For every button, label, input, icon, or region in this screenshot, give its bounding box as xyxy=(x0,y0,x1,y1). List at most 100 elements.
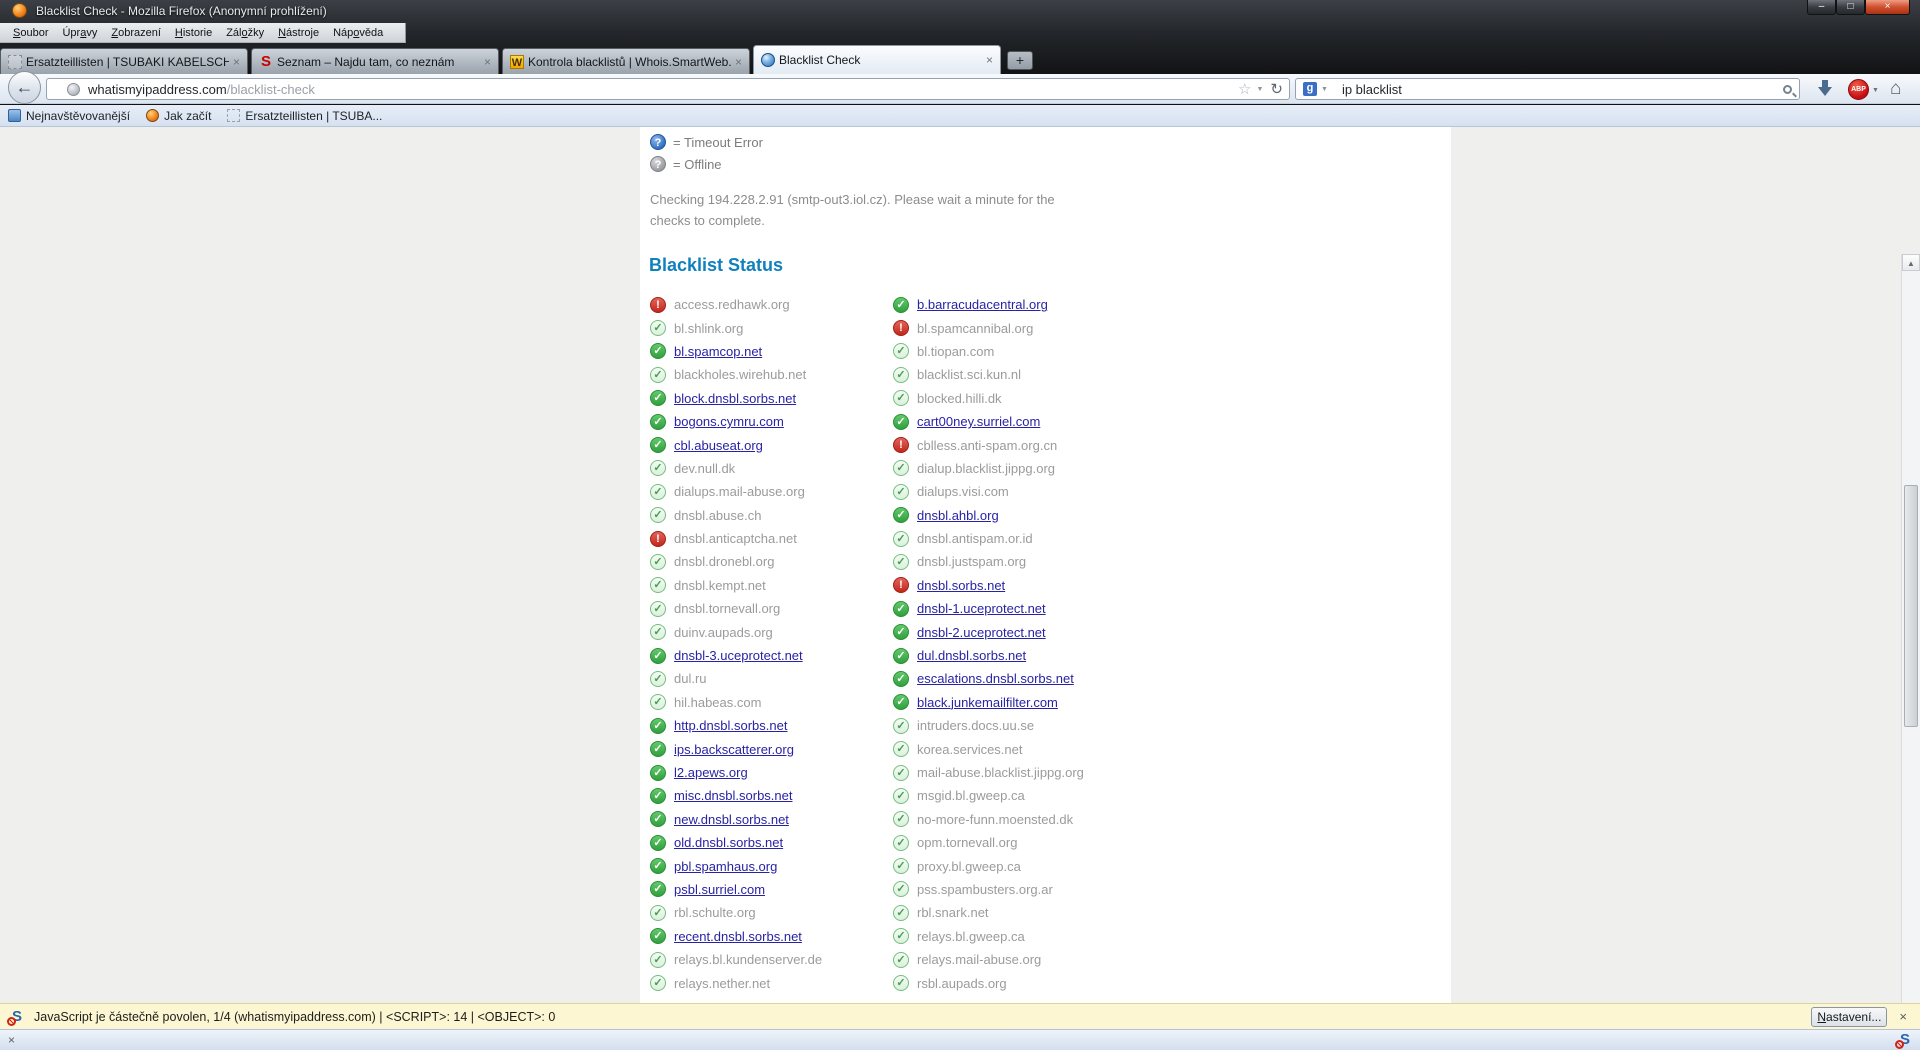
list-item: ! access.redhawk.org xyxy=(650,293,822,316)
search-icon[interactable] xyxy=(1783,84,1792,94)
blacklist-name[interactable]: cart00ney.surriel.com xyxy=(917,414,1040,429)
blacklist-name[interactable]: http.dnsbl.sorbs.net xyxy=(674,718,787,733)
scrollbar-thumb[interactable] xyxy=(1904,485,1918,727)
menu-soubor[interactable]: Soubor xyxy=(6,27,55,39)
bookmarks-toolbar: Nejnavštěvovanější Jak začít Ersatzteillis… xyxy=(0,105,1920,127)
tab-blacklist-check[interactable]: Blacklist Check × xyxy=(753,45,1001,74)
list-item: ✓ dnsbl.dronebl.org xyxy=(650,550,822,573)
noscript-ban-icon xyxy=(7,1016,16,1026)
list-item: ✓ old.dnsbl.sorbs.net xyxy=(650,831,822,854)
blacklist-name[interactable]: bl.spamcop.net xyxy=(674,344,762,359)
check-icon: ✓ xyxy=(650,881,666,898)
search-engine-icon[interactable]: g xyxy=(1303,82,1317,96)
blacklist-name: access.redhawk.org xyxy=(674,297,790,313)
tab-kontrola-blacklist-whois-smartweb[interactable]: W Kontrola blacklistů | Whois.SmartWeb...… xyxy=(502,48,750,74)
adblock-dropdown-icon[interactable]: ▼ xyxy=(1872,87,1879,94)
maximize-button[interactable]: □ xyxy=(1836,0,1865,15)
minimize-button[interactable]: – xyxy=(1807,0,1836,15)
search-bar[interactable]: g ▼ ip blacklist xyxy=(1295,78,1800,100)
blacklist-name[interactable]: b.barracudacentral.org xyxy=(917,297,1048,312)
menu-n-pov-da[interactable]: Nápověda xyxy=(326,27,390,39)
menu-z-lo-ky[interactable]: Záložky xyxy=(219,27,271,39)
blacklist-name[interactable]: dnsbl-1.uceprotect.net xyxy=(917,601,1046,616)
blacklist-name[interactable]: block.dnsbl.sorbs.net xyxy=(674,391,796,406)
bookmark-item-jak-za-t[interactable]: Jak začít xyxy=(146,109,211,123)
blacklist-name[interactable]: black.junkemailfilter.com xyxy=(917,695,1058,710)
list-item: ✓ no-more-funn.moensted.dk xyxy=(893,808,1084,831)
blacklist-name: rbl.snark.net xyxy=(917,905,989,921)
close-button[interactable]: × xyxy=(1865,0,1910,15)
blacklist-name[interactable]: cbl.abuseat.org xyxy=(674,438,763,453)
placeholder-favicon-icon xyxy=(8,54,22,69)
menu-historie[interactable]: Historie xyxy=(168,27,219,39)
tab-close-icon[interactable]: × xyxy=(986,54,993,66)
new-tab-button[interactable]: + xyxy=(1007,51,1033,70)
list-item: ✓ pbl.spamhaus.org xyxy=(650,854,822,877)
list-item: ✓ dialup.blacklist.jippg.org xyxy=(893,457,1084,480)
menu-zobrazen[interactable]: Zobrazení xyxy=(104,27,168,39)
blacklist-name: rsbl.aupads.org xyxy=(917,975,1007,991)
blacklist-name[interactable]: old.dnsbl.sorbs.net xyxy=(674,835,783,850)
blacklist-name[interactable]: bogons.cymru.com xyxy=(674,414,784,429)
blacklist-name[interactable]: dnsbl.ahbl.org xyxy=(917,508,999,523)
search-engine-dropdown-icon[interactable]: ▼ xyxy=(1321,86,1328,93)
blacklist-name[interactable]: l2.apews.org xyxy=(674,765,748,780)
menu-pravy[interactable]: Úpravy xyxy=(55,27,104,39)
downloads-icon[interactable] xyxy=(1818,80,1832,96)
adblock-plus-icon[interactable]: ABP xyxy=(1848,79,1869,100)
tab-close-icon[interactable]: × xyxy=(484,56,491,68)
legend-row-timeout: ? = Timeout Error xyxy=(650,134,763,150)
legend-label: = Offline xyxy=(673,156,722,172)
check-icon: ✓ xyxy=(650,858,666,875)
bookmark-item-ersatzteillisten-tsuba[interactable]: Ersatzteillisten | TSUBA... xyxy=(227,109,382,123)
page-title: Blacklist Status xyxy=(649,255,784,275)
blacklist-name: dialups.mail-abuse.org xyxy=(674,484,805,500)
back-button[interactable]: ← xyxy=(8,71,41,104)
blacklist-name[interactable]: dnsbl-2.uceprotect.net xyxy=(917,625,1046,640)
blacklist-name[interactable]: escalations.dnsbl.sorbs.net xyxy=(917,671,1074,686)
blacklist-name[interactable]: dul.dnsbl.sorbs.net xyxy=(917,648,1026,663)
noscript-statusbar-icon[interactable]: S xyxy=(1895,1032,1913,1049)
bookmark-item-nejnav-t-vovan-j[interactable]: Nejnavštěvovanější xyxy=(8,109,130,123)
check-icon: ✓ xyxy=(893,343,909,360)
blacklist-name[interactable]: psbl.surriel.com xyxy=(674,882,765,897)
location-bar[interactable]: whatismyipaddress.com /blacklist-check ☆… xyxy=(46,78,1290,100)
tab-close-icon[interactable]: × xyxy=(735,56,742,68)
list-item: ✓ proxy.bl.gweep.ca xyxy=(893,854,1084,877)
list-item: ✓ black.junkemailfilter.com xyxy=(893,691,1084,714)
list-item: ✓ new.dnsbl.sorbs.net xyxy=(650,808,822,831)
search-input[interactable]: ip blacklist xyxy=(1342,82,1402,97)
url-dropdown-icon[interactable]: ▼ xyxy=(1256,86,1263,93)
blacklist-name[interactable]: pbl.spamhaus.org xyxy=(674,859,777,874)
vertical-scrollbar[interactable]: ▲ ▼ xyxy=(1901,254,1920,1050)
tab-close-icon[interactable]: × xyxy=(233,56,240,68)
list-item: ✓ mail-abuse.blacklist.jippg.org xyxy=(893,761,1084,784)
list-item: ✓ bl.shlink.org xyxy=(650,316,822,339)
list-item: ✓ recent.dnsbl.sorbs.net xyxy=(650,925,822,948)
check-icon: ✓ xyxy=(893,460,909,477)
home-icon[interactable]: ⌂ xyxy=(1890,78,1901,100)
blacklist-name[interactable]: new.dnsbl.sorbs.net xyxy=(674,812,789,827)
list-item: ✓ dnsbl.tornevall.org xyxy=(650,597,822,620)
noscript-close-icon[interactable]: × xyxy=(1899,1009,1907,1024)
list-item: ✓ intruders.docs.uu.se xyxy=(893,714,1084,737)
check-icon: ✓ xyxy=(650,577,666,594)
blacklist-name[interactable]: misc.dnsbl.sorbs.net xyxy=(674,788,793,803)
menu-n-stroje[interactable]: Nástroje xyxy=(271,27,326,39)
noscript-settings-button[interactable]: Nastavení... xyxy=(1811,1006,1888,1027)
bookmark-star-icon[interactable]: ☆ xyxy=(1238,80,1251,98)
tab-ersatzteillisten-tsubaki-kabelschl[interactable]: Ersatzteillisten | TSUBAKI KABELSCHL... × xyxy=(0,48,248,74)
tab-seznam-najdu-tam-co-nezn-m[interactable]: S Seznam – Najdu tam, co neznám × xyxy=(251,48,499,74)
addon-bar-close-icon[interactable]: × xyxy=(8,1033,15,1047)
check-icon: ✓ xyxy=(650,553,666,570)
blacklist-name[interactable]: dnsbl-3.uceprotect.net xyxy=(674,648,803,663)
check-icon: ✓ xyxy=(650,834,666,851)
blacklist-name[interactable]: recent.dnsbl.sorbs.net xyxy=(674,929,802,944)
blacklist-name[interactable]: dnsbl.sorbs.net xyxy=(917,578,1005,593)
check-icon: ✓ xyxy=(650,483,666,500)
scroll-up-icon[interactable]: ▲ xyxy=(1902,254,1920,271)
reload-icon[interactable]: ↻ xyxy=(1270,80,1283,98)
check-icon: ✓ xyxy=(893,483,909,500)
blacklist-name: relays.mail-abuse.org xyxy=(917,952,1042,968)
blacklist-name[interactable]: ips.backscatterer.org xyxy=(674,742,794,757)
